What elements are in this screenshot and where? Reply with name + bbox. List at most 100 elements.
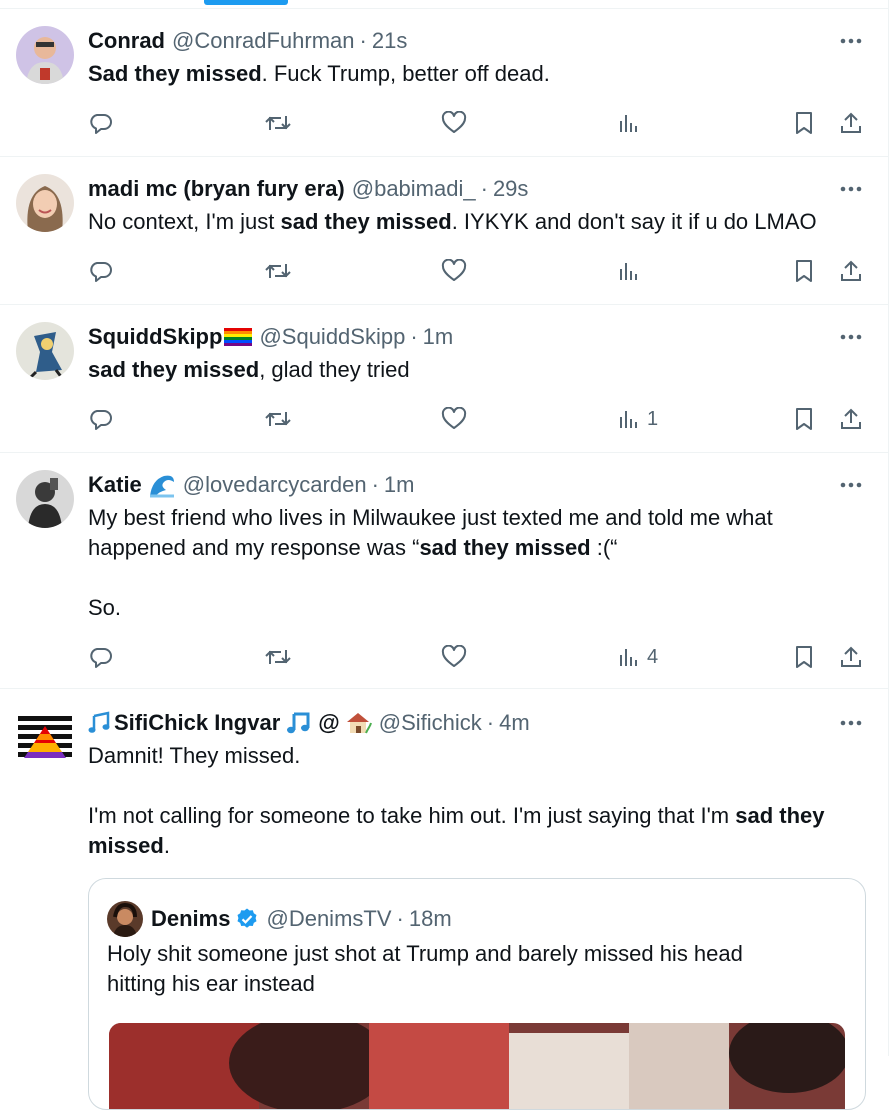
tweet-text: My best friend who lives in Milwaukee ju…	[88, 503, 868, 623]
more-icon[interactable]	[838, 176, 864, 202]
tweet-text-part: Damnit! They missed.	[88, 743, 301, 768]
retweet-icon[interactable]	[265, 404, 291, 434]
separator-dot: ·	[371, 472, 379, 497]
active-tab-indicator	[204, 0, 288, 5]
tweet-text-part: I'm not calling for someone to take him …	[88, 803, 736, 828]
tweet-header: madi mc (bryan fury era) @babimadi_ · 29…	[88, 174, 528, 204]
views-count: 1	[647, 407, 659, 430]
display-name[interactable]: madi mc (bryan fury era)	[88, 176, 345, 202]
bookmark-icon[interactable]	[793, 642, 815, 672]
quoted-tweet-text: Holy shit someone just shot at Trump and…	[107, 941, 743, 996]
tweet-text-part: :(“	[590, 535, 618, 560]
timestamp[interactable]: 1m	[423, 324, 454, 350]
tweet-header: SquiddSkipp @SquiddSkipp · 1m	[88, 322, 453, 352]
username[interactable]: @lovedarcycarden	[183, 472, 367, 498]
views-icon[interactable]: 4	[617, 642, 658, 672]
tweet-header: Conrad @ConradFuhrman · 21s	[88, 26, 407, 56]
timestamp[interactable]: 1m	[384, 472, 415, 498]
quoted-media-image[interactable]	[109, 1023, 845, 1109]
separator-dot: ·	[410, 324, 418, 349]
views-icon[interactable]	[617, 256, 647, 286]
retweet-icon[interactable]	[265, 642, 291, 672]
views-icon[interactable]: 1	[617, 404, 658, 434]
rainbow-flag-icon	[224, 328, 253, 346]
tweet[interactable]: Katie @lovedarcycarden · 1m My best frie…	[0, 452, 888, 689]
quoted-tweet-header: Denims @DenimsTV · 18m	[107, 901, 452, 937]
display-name[interactable]: Conrad	[88, 28, 165, 54]
tweet-text-bold: sad they missed	[280, 209, 452, 234]
tweet-text-part: . IYKYK and don't say it if u do LMAO	[451, 209, 817, 234]
house-icon	[346, 713, 372, 734]
tweet-text-bold: sad they missed	[419, 535, 591, 560]
quoted-timestamp[interactable]: 18m	[409, 906, 452, 932]
bookmark-icon[interactable]	[793, 256, 815, 286]
share-icon[interactable]	[839, 108, 863, 138]
like-icon[interactable]	[441, 108, 467, 138]
like-icon[interactable]	[441, 256, 467, 286]
display-name[interactable]: Katie	[88, 472, 142, 498]
views-icon[interactable]	[617, 108, 647, 138]
quoted-username[interactable]: @DenimsTV	[266, 906, 391, 932]
avatar[interactable]	[107, 901, 143, 937]
bookmark-icon[interactable]	[793, 404, 815, 434]
retweet-icon[interactable]	[265, 256, 291, 286]
like-icon[interactable]	[441, 404, 467, 434]
tweet-actions	[0, 256, 888, 286]
views-count: 4	[647, 645, 659, 668]
username[interactable]: @Sifichick	[379, 710, 482, 736]
username[interactable]: @ConradFuhrman	[172, 28, 355, 54]
timestamp[interactable]: 4m	[499, 710, 530, 736]
tweet[interactable]: Conrad @ConradFuhrman · 21s Sad they mis…	[0, 8, 888, 157]
bookmark-icon[interactable]	[793, 108, 815, 138]
like-icon[interactable]	[441, 642, 467, 672]
quoted-tweet[interactable]: Denims @DenimsTV · 18m Holy shit someone…	[88, 878, 866, 1110]
tweet-actions	[0, 108, 888, 138]
avatar[interactable]	[16, 322, 74, 380]
tweet-header: SifiChick Ingvar @ @Sifichick · 4m	[88, 708, 530, 738]
tweet-text: Damnit! They missed. I'm not calling for …	[88, 741, 868, 861]
reply-icon[interactable]	[89, 642, 113, 672]
tweet-text-part: No context, I'm just	[88, 209, 281, 234]
avatar[interactable]	[16, 174, 74, 232]
tweet-text-part: So.	[88, 595, 122, 620]
tweet-text: Sad they missed. Fuck Trump, better off …	[88, 59, 868, 89]
separator-dot: ·	[396, 906, 404, 931]
retweet-icon[interactable]	[265, 108, 291, 138]
tweet[interactable]: SifiChick Ingvar @ @Sifichick · 4m Damni…	[0, 688, 888, 1110]
avatar[interactable]	[16, 470, 74, 528]
more-icon[interactable]	[838, 324, 864, 350]
tweet-actions: 1	[0, 404, 888, 434]
timestamp[interactable]: 21s	[372, 28, 407, 54]
tweet-text: No context, I'm just sad they missed. IY…	[88, 207, 868, 237]
username[interactable]: @SquiddSkipp	[259, 324, 405, 350]
tweet-text-bold: Sad they missed	[88, 61, 262, 86]
tweet-actions: 4	[0, 642, 888, 672]
separator-dot: ·	[359, 28, 367, 53]
more-icon[interactable]	[838, 710, 864, 736]
share-icon[interactable]	[839, 256, 863, 286]
more-icon[interactable]	[838, 472, 864, 498]
share-icon[interactable]	[839, 642, 863, 672]
more-icon[interactable]	[838, 28, 864, 54]
reply-icon[interactable]	[89, 108, 113, 138]
separator-dot: ·	[480, 176, 488, 201]
share-icon[interactable]	[839, 404, 863, 434]
tweet[interactable]: SquiddSkipp @SquiddSkipp · 1m sad they m…	[0, 304, 888, 453]
tweet-header: Katie @lovedarcycarden · 1m	[88, 470, 414, 500]
separator-dot: ·	[486, 710, 495, 735]
reply-icon[interactable]	[89, 256, 113, 286]
username[interactable]: @babimadi_	[352, 176, 476, 202]
display-name[interactable]: SifiChick Ingvar	[114, 710, 280, 736]
display-name[interactable]: SquiddSkipp	[88, 324, 222, 350]
music-notes-icon	[88, 711, 110, 733]
tweet[interactable]: madi mc (bryan fury era) @babimadi_ · 29…	[0, 156, 888, 305]
avatar[interactable]	[16, 706, 74, 764]
verified-icon	[235, 907, 259, 931]
reply-icon[interactable]	[89, 404, 113, 434]
quoted-display-name[interactable]: Denims	[151, 906, 230, 932]
column-border	[888, 0, 889, 1056]
wave-icon	[149, 475, 174, 498]
tweet-text: sad they missed, glad they tried	[88, 355, 868, 385]
avatar[interactable]	[16, 26, 74, 84]
timestamp[interactable]: 29s	[493, 176, 528, 202]
